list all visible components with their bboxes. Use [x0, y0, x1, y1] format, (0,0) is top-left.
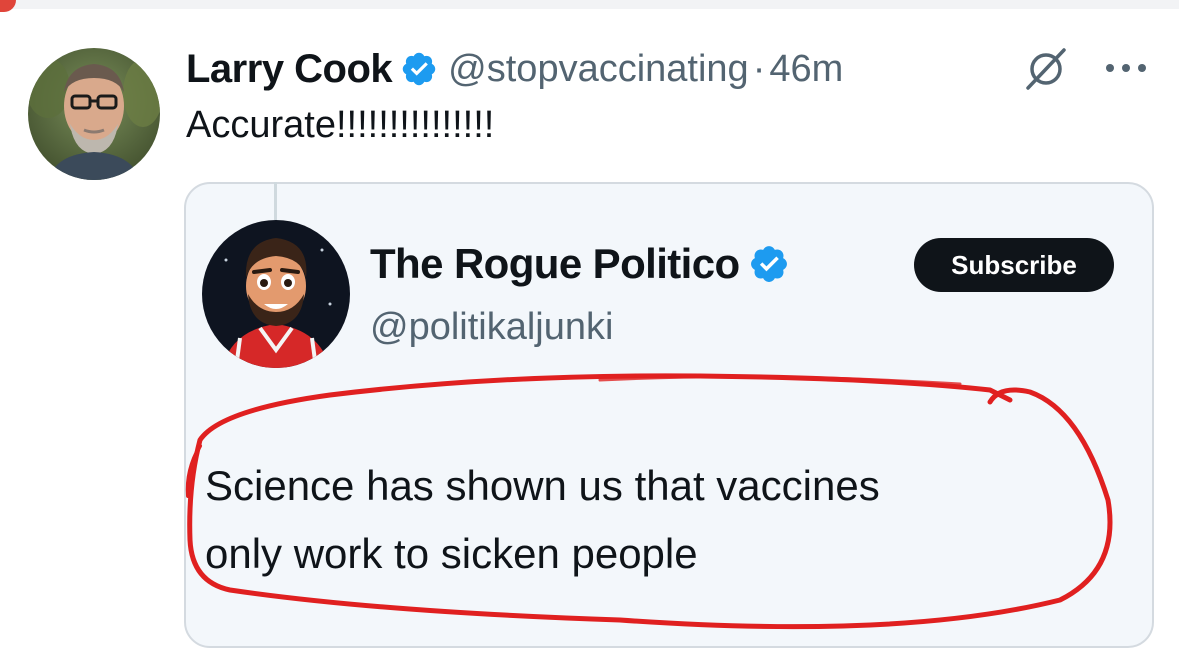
grok-icon[interactable] [1020, 46, 1072, 92]
quoted-author-display-name[interactable]: The Rogue Politico [370, 240, 740, 288]
quoted-text-line: Science has shown us that vaccines [205, 462, 880, 509]
quoted-author-avatar[interactable] [202, 220, 350, 368]
timestamp[interactable]: 46m [769, 48, 843, 91]
author-handle[interactable]: @stopvaccinating [448, 48, 749, 91]
author-display-name[interactable]: Larry Cook [186, 47, 393, 92]
verified-badge-icon [748, 243, 790, 285]
thread-connector-line [274, 182, 277, 220]
quoted-tweet-header: The Rogue Politico [370, 236, 790, 292]
quoted-author-handle[interactable]: @politikaljunki [370, 306, 613, 349]
author-avatar[interactable] [28, 48, 160, 180]
top-edge-bar [0, 0, 1179, 9]
tweet-header: Larry Cook @stopvaccinating · 46m [186, 44, 843, 94]
subscribe-button[interactable]: Subscribe [914, 238, 1114, 292]
quoted-text-line: only work to sicken people [205, 530, 698, 577]
separator-dot: · [752, 47, 766, 90]
more-options-icon[interactable] [1102, 58, 1150, 78]
quoted-tweet-text: Science has shown us that vaccines only … [205, 452, 1105, 588]
corner-accent [0, 0, 16, 12]
verified-badge-icon [400, 50, 438, 88]
tweet-text: Accurate!!!!!!!!!!!!!!! [186, 104, 495, 146]
